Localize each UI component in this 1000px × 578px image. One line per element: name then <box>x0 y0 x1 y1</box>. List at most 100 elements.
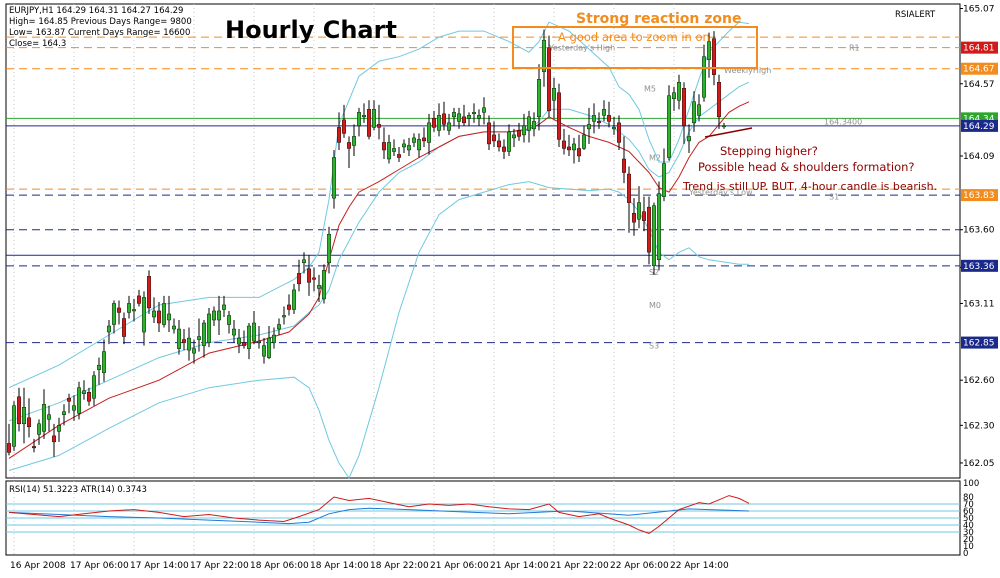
candle-body <box>327 234 332 264</box>
info-line: Close= 164.3 <box>9 39 66 49</box>
y-tick-label: 162.05 <box>963 459 995 469</box>
candle-body <box>191 348 196 354</box>
candle-body <box>557 92 562 140</box>
candle-body <box>236 337 241 345</box>
candle-body <box>427 122 432 143</box>
candle-body <box>151 310 156 318</box>
candle-body <box>146 276 151 309</box>
candle-body <box>607 115 612 122</box>
candle-body <box>492 134 497 142</box>
candle-body <box>672 92 677 100</box>
candle-body <box>66 398 71 402</box>
candle-body <box>307 268 312 283</box>
y-tick-label: 163.11 <box>963 299 995 309</box>
candle-body <box>642 211 647 221</box>
candle-body <box>417 139 422 151</box>
pivot-level-label: M0 <box>649 301 661 310</box>
candle-body <box>562 140 567 149</box>
candle-body <box>297 273 302 285</box>
candle-body <box>47 414 52 420</box>
candle-body <box>71 405 76 411</box>
candle-body <box>231 328 236 336</box>
candle-body <box>352 136 357 146</box>
x-tick-label: 21 Apr 06:00 <box>430 561 489 571</box>
candle-body <box>257 340 262 343</box>
candle-body <box>517 130 522 137</box>
candle-body <box>251 322 256 342</box>
candle-body <box>652 205 657 267</box>
candle-body <box>201 322 206 346</box>
indicator-y-tick-label: 100 <box>963 479 979 489</box>
candle-body <box>62 411 67 415</box>
candle-body <box>592 115 597 122</box>
candle-body <box>537 79 542 118</box>
candle-body <box>602 109 607 116</box>
annotation-note: Trend is still UP. BUT, 4-hour candle is… <box>682 180 937 193</box>
info-line: Low= 163.87 Current Days Range= 16600 <box>9 28 190 38</box>
candle-body <box>106 325 111 333</box>
candle-body <box>487 122 492 145</box>
indicator-y-tick-label: 0 <box>963 549 968 559</box>
pivot-level-label: M2 <box>649 153 661 162</box>
candle-body <box>362 115 367 118</box>
candle-body <box>226 315 231 325</box>
candle-body <box>101 351 106 373</box>
forex-hourly-chart: 16 Apr 2008 17 Apr 06:00 17 Apr 14:00 17 Ap… <box>0 0 1000 574</box>
pivot-level-label: 164.3400 <box>824 117 862 126</box>
candle-body <box>422 137 427 142</box>
candle-body <box>186 337 191 351</box>
candle-body <box>567 146 572 151</box>
candle-body <box>116 307 121 313</box>
reaction-zone-title: Strong reaction zone <box>576 11 741 27</box>
candle-body <box>667 95 672 158</box>
candle-body <box>702 56 707 98</box>
candle-body <box>32 446 37 449</box>
candle-body <box>22 407 27 425</box>
y-tick-label: 163.60 <box>963 226 995 236</box>
annotation-note: Possible head & shoulders formation? <box>698 160 915 174</box>
x-tick-label: 18 Apr 06:00 <box>250 561 309 571</box>
candle-body <box>587 124 592 130</box>
info-line: EURJPY,H1 164.29 164.31 164.27 164.29 <box>9 6 183 16</box>
candle-body <box>292 289 297 310</box>
chart-svg: 16 Apr 2008 17 Apr 06:00 17 Apr 14:00 17 Ap… <box>0 0 1000 574</box>
price-tag-label: 163.36 <box>963 262 995 272</box>
candle-body <box>522 125 527 136</box>
candle-body <box>682 88 687 127</box>
candle-body <box>57 425 62 432</box>
candle-body <box>37 423 42 435</box>
candle-body <box>52 435 57 443</box>
candle-body <box>262 345 267 357</box>
pivot-level-label: Yesterday's High <box>548 44 615 53</box>
candle-body <box>662 163 667 197</box>
candle-body <box>111 303 116 325</box>
candle-body <box>131 309 136 312</box>
candle-body <box>432 118 437 128</box>
pivot-level-label: S3 <box>649 342 659 351</box>
price-tag-label: 164.29 <box>963 122 995 132</box>
candle-body <box>141 297 146 333</box>
x-tick-label: 17 Apr 22:00 <box>190 561 249 571</box>
candle-body <box>337 127 342 143</box>
candle-body <box>547 47 552 112</box>
candle-body <box>497 140 502 148</box>
x-tick-label: 18 Apr 14:00 <box>310 561 369 571</box>
candle-body <box>96 364 101 370</box>
candle-body <box>532 121 537 130</box>
candle-body <box>216 310 221 321</box>
candle-body <box>221 304 226 310</box>
candle-body <box>367 109 372 137</box>
candle-body <box>176 328 181 349</box>
candle-body <box>542 39 547 72</box>
candle-body <box>272 334 277 343</box>
candle-body <box>287 304 292 310</box>
reaction-zone-subtitle: A good area to zoom in on <box>558 30 710 44</box>
candle-body <box>27 417 32 428</box>
pivot-level-label: S1 <box>829 193 839 202</box>
candle-body <box>452 112 457 118</box>
y-tick-label: 164.09 <box>963 152 995 162</box>
x-tick-label: 18 Apr 22:00 <box>370 561 429 571</box>
price-tag-label: 164.67 <box>963 65 995 75</box>
candle-body <box>402 143 407 148</box>
candle-body <box>42 404 47 432</box>
